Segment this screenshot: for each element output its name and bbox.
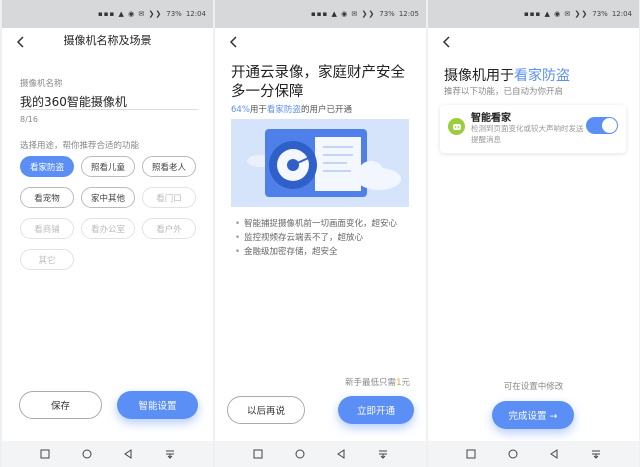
status-bar: ▪▪▪ ▲ ◉ ✉ ❯❯ 73% 12:04 (428, 0, 639, 28)
purpose-chips: 看家防盗 照看儿童 照看老人 看宠物 家中其他 看门口 看商铺 看办公室 看户外… (20, 156, 202, 270)
settings-hint: 可在设置中修改 (503, 382, 564, 392)
battery-level: 73% (166, 10, 182, 18)
nav-home-icon[interactable] (80, 447, 94, 461)
subtitle: 推荐以下功能，已自动为你开启 (444, 87, 564, 97)
feature-card: 智能看家 检测到页面变化或较大声响时发送提醒消息 (440, 105, 626, 153)
list-item: 金融级加密存储，超安全 (235, 245, 397, 259)
camera-name-input[interactable] (20, 93, 198, 110)
nav-down-icon[interactable] (376, 447, 390, 461)
system-nav-bar (428, 441, 639, 467)
chip-home-other[interactable]: 家中其他 (81, 187, 135, 208)
purpose-label: 选择用途，帮你推荐合适的功能 (20, 141, 140, 151)
chip-watch-pets[interactable]: 看宠物 (20, 187, 74, 208)
nav-down-icon[interactable] (589, 447, 603, 461)
status-icons: ▪▪▪ ▲ ◉ ✉ ❯❯ (98, 10, 163, 18)
stat-scene: 看家防盗 (266, 105, 301, 115)
status-icons: ▪▪▪ ▲ ◉ ✉ ❯❯ (311, 10, 376, 18)
name-label: 摄像机名称 (20, 79, 63, 89)
nav-home-icon[interactable] (506, 447, 520, 461)
feature-list: 智能捕捉摄像机前一切画面变化，超安心 监控视频存云端丢不了，超放心 金融级加密存… (235, 217, 397, 259)
chip-watch-children[interactable]: 照看儿童 (81, 156, 135, 177)
nav-back-icon[interactable] (547, 447, 561, 461)
char-counter: 8/16 (20, 115, 38, 124)
battery-level: 73% (592, 10, 608, 18)
battery-level: 73% (379, 10, 395, 18)
chip-watch-outdoor[interactable]: 看户外 (142, 218, 196, 239)
cloud-recording-illustration (231, 119, 409, 207)
later-button[interactable]: 以后再说 (227, 396, 305, 424)
smart-settings-button[interactable]: 智能设置 (117, 391, 198, 419)
status-icons: ▪▪▪ ▲ ◉ ✉ ❯❯ (524, 10, 589, 18)
nav-home-icon[interactable] (293, 447, 307, 461)
toggle-knob (602, 118, 617, 133)
nav-square-icon[interactable] (464, 447, 478, 461)
back-icon[interactable] (441, 33, 455, 48)
system-nav-bar (2, 441, 213, 467)
chip-watch-office[interactable]: 看办公室 (81, 218, 135, 239)
nav-down-icon[interactable] (163, 447, 177, 461)
page-title: 摄像机用于看家防盗 (444, 65, 570, 85)
chip-watch-shop[interactable]: 看商铺 (20, 218, 74, 239)
promo-prefix: 新手最低只需 (345, 378, 397, 388)
status-bar: ▪▪▪ ▲ ◉ ✉ ❯❯ 73% 12:05 (215, 0, 426, 28)
title-prefix: 摄像机用于 (444, 68, 514, 84)
nav-back-icon[interactable] (334, 447, 348, 461)
list-item: 监控视频存云端丢不了，超放心 (235, 231, 397, 245)
chip-other[interactable]: 其它 (20, 249, 74, 270)
stat-mid: 用于 (249, 105, 267, 115)
smart-guard-icon (448, 118, 465, 135)
status-time: 12:04 (185, 10, 206, 18)
page-title: 摄像机名称及场景 (63, 34, 152, 47)
screen-cloud-recording: ▪▪▪ ▲ ◉ ✉ ❯❯ 73% 12:05 开通云录像，家庭财产安全多一分保障… (215, 0, 426, 467)
screen-camera-name: ▪▪▪ ▲ ◉ ✉ ❯❯ 73% 12:04 摄像机名称及场景 摄像机名称 8/… (2, 0, 213, 467)
nav-back-icon[interactable] (121, 447, 135, 461)
list-item: 智能捕捉摄像机前一切画面变化，超安心 (235, 217, 397, 231)
screen-recommended-features: ▪▪▪ ▲ ◉ ✉ ❯❯ 73% 12:04 摄像机用于看家防盗 推荐以下功能，… (428, 0, 639, 467)
title-scene: 看家防盗 (514, 68, 570, 84)
stat-tail: 的用户已开通 (300, 105, 352, 115)
status-bar: ▪▪▪ ▲ ◉ ✉ ❯❯ 73% 12:04 (2, 0, 213, 28)
save-button[interactable]: 保存 (19, 391, 102, 419)
feature-description: 检测到页面变化或较大声响时发送提醒消息 (471, 124, 584, 144)
back-icon[interactable] (228, 33, 242, 48)
chip-watch-elderly[interactable]: 照看老人 (142, 156, 196, 177)
page-title: 开通云录像，家庭财产安全多一分保障 (231, 65, 405, 100)
nav-square-icon[interactable] (38, 447, 52, 461)
finish-setup-button[interactable]: 完成设置 → (492, 401, 574, 429)
promo-text: 新手最低只需1元 (345, 376, 410, 388)
open-now-button[interactable]: 立即开通 (338, 396, 414, 424)
status-time: 12:04 (611, 10, 632, 18)
status-time: 12:05 (398, 10, 419, 18)
system-nav-bar (215, 441, 426, 467)
stat-percent: 64% (231, 105, 250, 115)
adoption-stat: 64%用于看家防盗的用户已开通 (231, 103, 352, 115)
chip-home-security[interactable]: 看家防盗 (20, 156, 74, 177)
feature-toggle[interactable] (586, 117, 618, 134)
feature-name: 智能看家 (471, 113, 511, 124)
nav-square-icon[interactable] (251, 447, 265, 461)
promo-suffix: 元 (401, 378, 410, 388)
chip-watch-door[interactable]: 看门口 (142, 187, 196, 208)
